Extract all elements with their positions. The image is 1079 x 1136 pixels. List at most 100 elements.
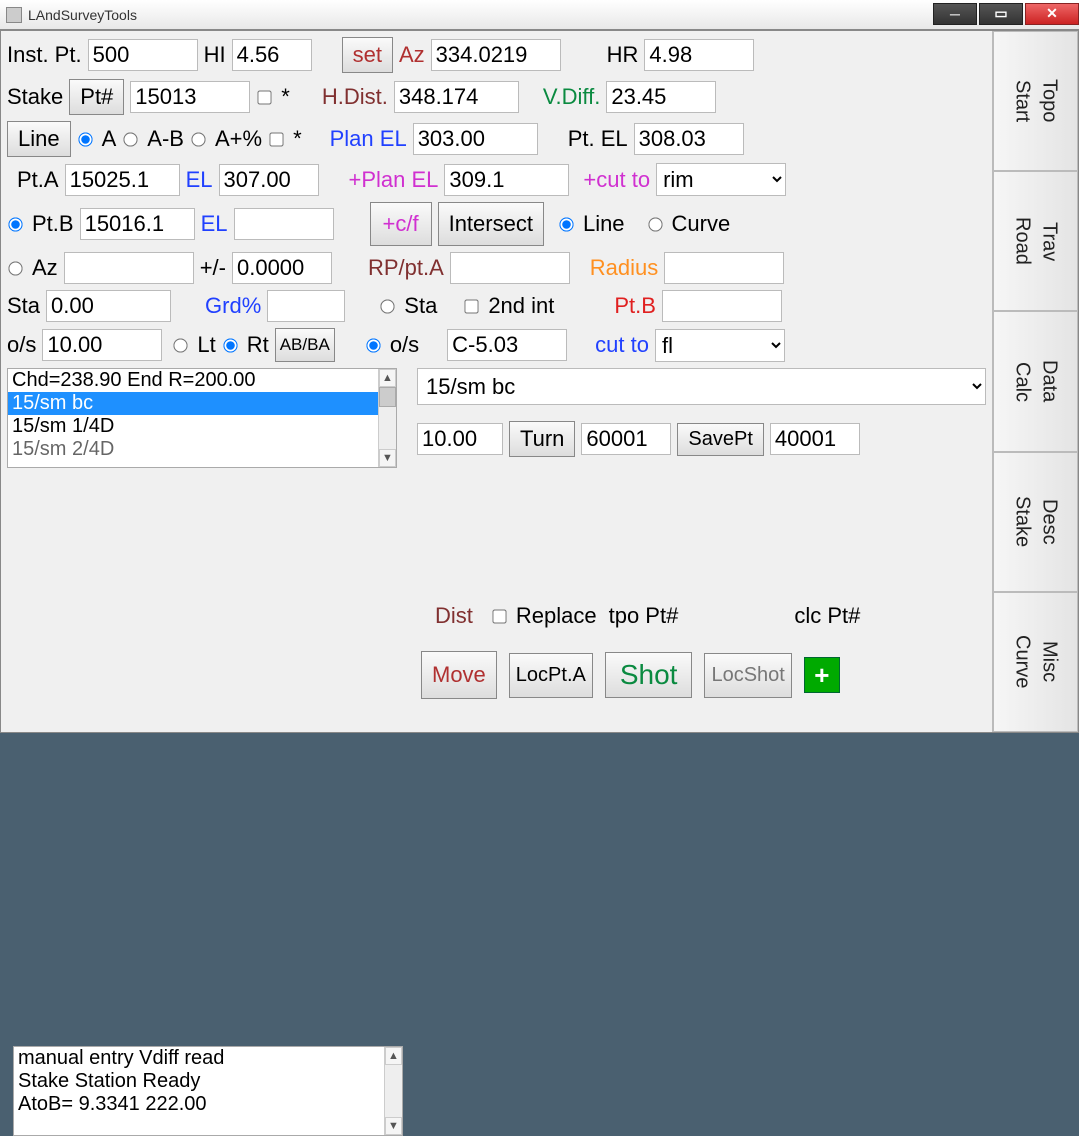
move-button[interactable]: Move xyxy=(421,651,497,699)
ptnum-input[interactable] xyxy=(130,81,250,113)
radio-sta[interactable] xyxy=(381,299,395,313)
radio-a[interactable] xyxy=(78,132,92,146)
instpt-label: Inst. Pt. xyxy=(7,42,82,68)
message-listbox[interactable]: manual entry Vdiff read Stake Station Re… xyxy=(13,1046,403,1136)
radio-a-b[interactable] xyxy=(124,132,138,146)
tpo-input[interactable] xyxy=(581,423,671,455)
tab-trav-road[interactable]: RoadTrav xyxy=(993,171,1078,311)
window-title: LAndSurveyTools xyxy=(28,7,933,23)
cut-label: cut to xyxy=(595,332,649,358)
hr-input[interactable] xyxy=(644,39,754,71)
list-item[interactable]: 15/sm 1/4D xyxy=(8,415,396,438)
clc-input[interactable] xyxy=(770,423,860,455)
scroll-down-icon[interactable]: ▼ xyxy=(379,449,396,467)
radio-os[interactable] xyxy=(366,338,380,352)
ptel-label: Pt. EL xyxy=(568,126,628,152)
replace-checkbox[interactable] xyxy=(492,609,506,623)
hi-input[interactable] xyxy=(232,39,312,71)
list-item[interactable]: 15/sm 2/4D xyxy=(8,438,396,461)
hdist-label: H.Dist. xyxy=(322,84,388,110)
abba-button[interactable]: AB/BA xyxy=(275,328,335,362)
list-item: Stake Station Ready xyxy=(14,1070,402,1093)
elb-input[interactable] xyxy=(234,208,334,240)
list-item: manual entry Vdiff read xyxy=(14,1047,402,1070)
grd-label: Grd% xyxy=(205,293,261,319)
star1-label: * xyxy=(281,84,290,110)
pm-input[interactable] xyxy=(232,252,332,284)
combo-select[interactable]: 15/sm bc xyxy=(417,368,986,405)
az-input[interactable] xyxy=(431,39,561,71)
stake-label: Stake xyxy=(7,84,63,110)
radio-lt[interactable] xyxy=(174,338,188,352)
list-item[interactable]: 15/sm bc xyxy=(8,392,396,415)
c503-input[interactable] xyxy=(447,329,567,361)
scroll-up-icon[interactable]: ▲ xyxy=(379,369,396,387)
turn-button[interactable]: Turn xyxy=(509,421,575,457)
shot-button[interactable]: Shot xyxy=(605,652,693,698)
pta-label: Pt.A xyxy=(17,167,59,193)
pcut-select[interactable]: rim xyxy=(656,163,786,196)
tab-topo-start[interactable]: StartTopo xyxy=(993,31,1078,171)
star1-checkbox[interactable] xyxy=(258,90,272,104)
maximize-button[interactable]: ▭ xyxy=(979,3,1023,25)
data-listbox[interactable]: Chd=238.90 End R=200.00 15/sm bc 15/sm 1… xyxy=(7,368,397,468)
cf-button[interactable]: +c/f xyxy=(370,202,432,246)
ptel-input[interactable] xyxy=(634,123,744,155)
list-item[interactable]: Chd=238.90 End R=200.00 xyxy=(8,369,396,392)
tab-desc-stake[interactable]: StakeDesc xyxy=(993,452,1078,592)
instpt-input[interactable] xyxy=(88,39,198,71)
sta-label: Sta xyxy=(7,293,40,319)
locshot-button[interactable]: LocShot xyxy=(704,653,791,698)
app-icon xyxy=(6,7,22,23)
scroll-down-icon[interactable]: ▼ xyxy=(385,1117,402,1135)
ptb2-input[interactable] xyxy=(662,290,782,322)
radio-rt[interactable] xyxy=(223,338,237,352)
intersect-button[interactable]: Intersect xyxy=(438,202,544,246)
savept-button[interactable]: SavePt xyxy=(677,423,763,456)
az2-input[interactable] xyxy=(64,252,194,284)
radio-ptb[interactable] xyxy=(8,217,22,231)
ptnum-button[interactable]: Pt# xyxy=(69,79,124,115)
dist-input[interactable] xyxy=(417,423,503,455)
hr-label: HR xyxy=(607,42,639,68)
pplanel-input[interactable] xyxy=(444,164,569,196)
hdist-input[interactable] xyxy=(394,81,519,113)
rp-input[interactable] xyxy=(450,252,570,284)
planel-label: Plan EL xyxy=(330,126,407,152)
planel-input[interactable] xyxy=(413,123,538,155)
ptb-input[interactable] xyxy=(80,208,195,240)
tab-data-calc[interactable]: CalcData xyxy=(993,311,1078,451)
rp-label: RP/pt.A xyxy=(368,255,444,281)
scrollbar[interactable]: ▲ ▼ xyxy=(378,369,396,467)
line-button[interactable]: Line xyxy=(7,121,71,157)
scroll-up-icon[interactable]: ▲ xyxy=(385,1047,402,1065)
pta-input[interactable] xyxy=(65,164,180,196)
radius-input[interactable] xyxy=(664,252,784,284)
radio-line[interactable] xyxy=(559,217,573,231)
radio-a-pc[interactable] xyxy=(191,132,205,146)
scrollbar[interactable]: ▲ ▼ xyxy=(384,1047,402,1135)
close-button[interactable]: ✕ xyxy=(1025,3,1079,25)
radio-curve[interactable] xyxy=(648,217,662,231)
cut-select[interactable]: fl xyxy=(655,329,785,362)
vdiff-label: V.Diff. xyxy=(543,84,600,110)
scroll-thumb[interactable] xyxy=(379,387,396,407)
minimize-button[interactable]: ─ xyxy=(933,3,977,25)
plus-button[interactable]: + xyxy=(804,657,840,693)
locpta-button[interactable]: LocPt.A xyxy=(509,653,593,698)
az2-label: Az xyxy=(32,255,58,281)
star2-checkbox[interactable] xyxy=(269,132,283,146)
os-input[interactable] xyxy=(42,329,162,361)
secint-checkbox[interactable] xyxy=(465,299,479,313)
set-button[interactable]: set xyxy=(342,37,393,73)
tab-misc-curve[interactable]: CurveMisc xyxy=(993,592,1078,732)
ptb-label: Pt.B xyxy=(32,211,74,237)
sta-input[interactable] xyxy=(46,290,171,322)
grd-input[interactable] xyxy=(267,290,345,322)
vdiff-input[interactable] xyxy=(606,81,716,113)
ela-label: EL xyxy=(186,167,213,193)
replace-label: Replace xyxy=(516,603,597,629)
ela-input[interactable] xyxy=(219,164,319,196)
radio-az[interactable] xyxy=(8,261,22,275)
radius-label: Radius xyxy=(590,255,658,281)
